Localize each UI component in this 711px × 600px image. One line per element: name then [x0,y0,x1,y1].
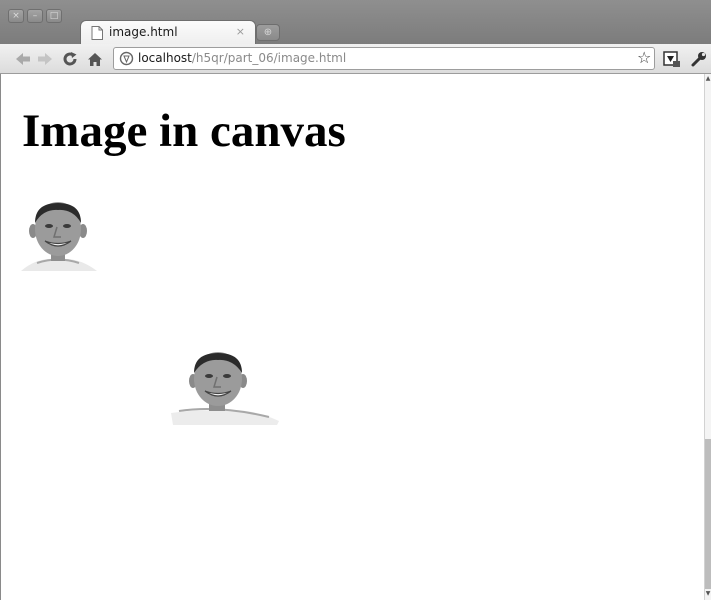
forward-icon[interactable] [36,50,54,68]
url-path: /h5qr/part_06/image.html [191,51,347,65]
page-title: Image in canvas [22,105,346,157]
star-icon[interactable]: ☆ [637,49,651,67]
tab-title: image.html [109,25,178,39]
wrench-icon[interactable] [690,50,708,68]
url-host: localhost [138,51,192,65]
face-image [171,352,279,425]
title-bar: × – □ image.html × ⊕ [0,0,711,44]
page-content: Image in canvas [0,74,704,600]
window-maximize-button[interactable]: □ [46,9,62,23]
vertical-scrollbar[interactable]: ▲ ▼ [704,74,711,600]
scroll-up-icon[interactable]: ▲ [705,76,711,82]
window-close-button[interactable]: × [8,9,24,23]
scroll-down-icon[interactable]: ▼ [705,591,711,597]
scrollbar-thumb[interactable] [705,439,711,589]
page-action-icon[interactable] [663,50,681,68]
new-tab-button[interactable]: ⊕ [256,24,280,41]
tab-image-html[interactable]: image.html × [80,20,256,44]
url-text: localhost/h5qr/part_06/image.html [138,51,346,65]
browser-window: × – □ image.html × ⊕ localhost/h5qr/part… [0,0,711,600]
window-minimize-button[interactable]: – [27,9,43,23]
page-icon [91,26,103,40]
face-image [21,202,97,271]
tab-close-icon[interactable]: × [236,25,245,38]
reload-icon[interactable] [61,50,79,68]
toolbar: localhost/h5qr/part_06/image.html [0,44,711,74]
globe-icon [119,51,134,66]
home-icon[interactable] [86,50,104,68]
window-controls: × – □ [8,9,62,23]
address-bar[interactable]: localhost/h5qr/part_06/image.html [113,47,655,70]
back-icon[interactable] [14,50,32,68]
